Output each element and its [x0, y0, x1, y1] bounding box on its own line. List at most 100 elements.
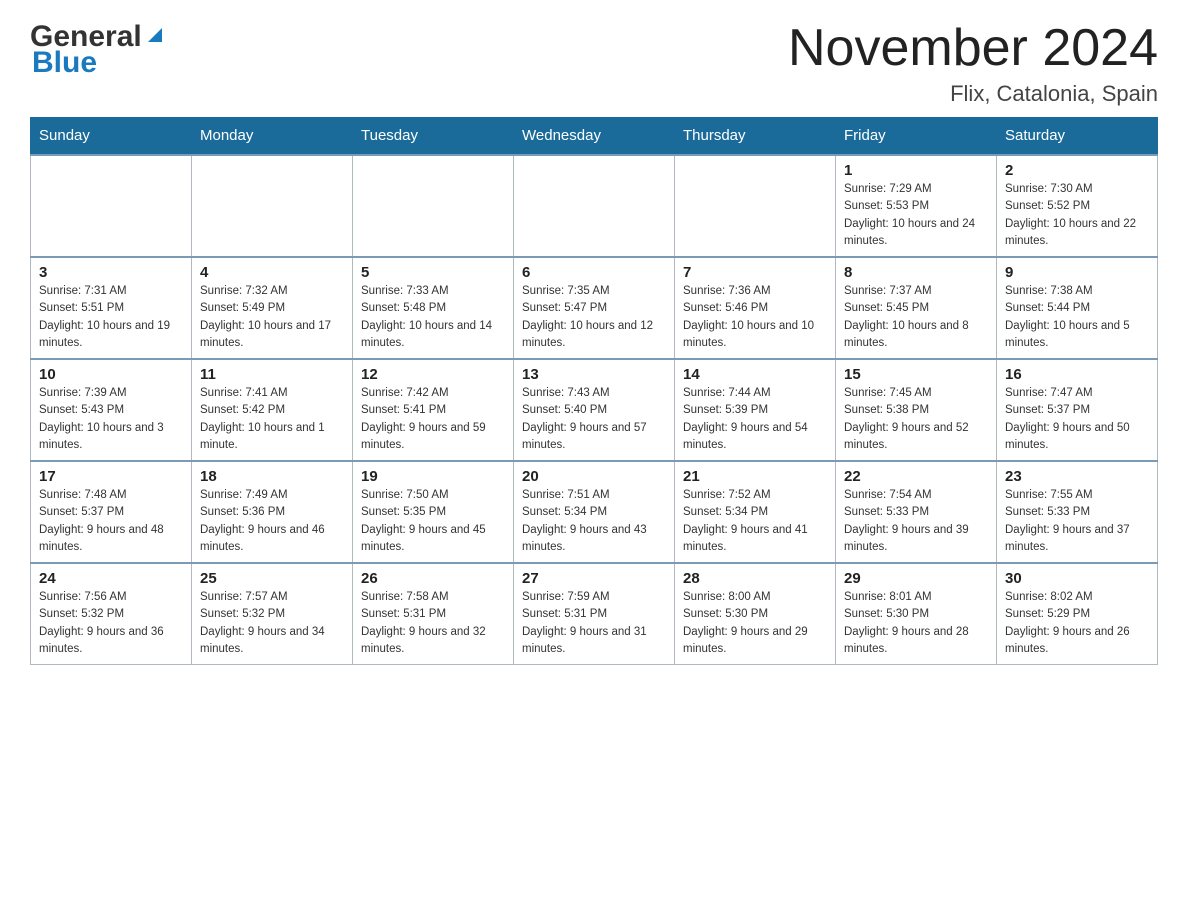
- calendar-cell: 20Sunrise: 7:51 AMSunset: 5:34 PMDayligh…: [514, 461, 675, 563]
- calendar-cell: 29 Sunrise: 8:01 AMSunset: 5:30 PMDayligh…: [836, 563, 997, 665]
- day-number: 12: [361, 366, 505, 383]
- day-info: Sunrise: 7:41 AMSunset: 5:42 PMDaylight:…: [200, 385, 344, 454]
- day-info: Sunrise: 7:33 AMSunset: 5:48 PMDaylight:…: [361, 283, 505, 352]
- logo-triangle-icon: [144, 24, 166, 46]
- logo: General Blue: [30, 20, 166, 80]
- day-info: Sunrise: 7:58 AMSunset: 5:31 PMDaylight:…: [361, 589, 505, 658]
- day-number: 27: [522, 570, 666, 587]
- calendar-table: Sunday Monday Tuesday Wednesday Thursday…: [30, 117, 1158, 665]
- calendar-cell: 8Sunrise: 7:37 AMSunset: 5:45 PMDaylight…: [836, 257, 997, 359]
- month-title: November 2024: [788, 20, 1158, 77]
- day-number: 17: [39, 468, 183, 485]
- calendar-cell: 12 Sunrise: 7:42 AMSunset: 5:41 PMDayligh…: [353, 359, 514, 461]
- calendar-cell: 21 Sunrise: 7:52 AMSunset: 5:34 PMDayligh…: [675, 461, 836, 563]
- day-number: 5: [361, 264, 505, 281]
- header-wednesday: Wednesday: [514, 117, 675, 155]
- day-number: 21: [683, 468, 827, 485]
- calendar-cell: 6Sunrise: 7:35 AMSunset: 5:47 PMDaylight…: [514, 257, 675, 359]
- calendar-cell: 14 Sunrise: 7:44 AMSunset: 5:39 PMDayligh…: [675, 359, 836, 461]
- day-info: Sunrise: 7:50 AMSunset: 5:35 PMDaylight:…: [361, 487, 505, 556]
- day-info: Sunrise: 7:32 AMSunset: 5:49 PMDaylight:…: [200, 283, 344, 352]
- day-info: Sunrise: 8:01 AMSunset: 5:30 PMDaylight:…: [844, 589, 988, 658]
- calendar-cell: 10 Sunrise: 7:39 AMSunset: 5:43 PMDayligh…: [31, 359, 192, 461]
- calendar-cell: 4Sunrise: 7:32 AMSunset: 5:49 PMDaylight…: [192, 257, 353, 359]
- day-info: Sunrise: 7:39 AMSunset: 5:43 PMDaylight:…: [39, 385, 183, 454]
- day-number: 26: [361, 570, 505, 587]
- day-number: 9: [1005, 264, 1149, 281]
- day-number: 25: [200, 570, 344, 587]
- header-monday: Monday: [192, 117, 353, 155]
- calendar-cell: [353, 155, 514, 257]
- day-info: Sunrise: 7:36 AMSunset: 5:46 PMDaylight:…: [683, 283, 827, 352]
- calendar-cell: 9 Sunrise: 7:38 AMSunset: 5:44 PMDaylight…: [997, 257, 1158, 359]
- day-number: 28: [683, 570, 827, 587]
- week-row-3: 10 Sunrise: 7:39 AMSunset: 5:43 PMDayligh…: [31, 359, 1158, 461]
- day-number: 1: [844, 162, 988, 179]
- calendar-cell: 1Sunrise: 7:29 AMSunset: 5:53 PMDaylight…: [836, 155, 997, 257]
- calendar-cell: 17 Sunrise: 7:48 AMSunset: 5:37 PMDayligh…: [31, 461, 192, 563]
- calendar-cell: 27Sunrise: 7:59 AMSunset: 5:31 PMDayligh…: [514, 563, 675, 665]
- day-info: Sunrise: 7:52 AMSunset: 5:34 PMDaylight:…: [683, 487, 827, 556]
- header-thursday: Thursday: [675, 117, 836, 155]
- day-info: Sunrise: 8:02 AMSunset: 5:29 PMDaylight:…: [1005, 589, 1149, 658]
- calendar-cell: 19 Sunrise: 7:50 AMSunset: 5:35 PMDayligh…: [353, 461, 514, 563]
- week-row-1: 1Sunrise: 7:29 AMSunset: 5:53 PMDaylight…: [31, 155, 1158, 257]
- day-number: 10: [39, 366, 183, 383]
- location: Flix, Catalonia, Spain: [788, 81, 1158, 107]
- day-number: 29: [844, 570, 988, 587]
- title-section: November 2024 Flix, Catalonia, Spain: [788, 20, 1158, 107]
- day-info: Sunrise: 7:42 AMSunset: 5:41 PMDaylight:…: [361, 385, 505, 454]
- day-info: Sunrise: 7:54 AMSunset: 5:33 PMDaylight:…: [844, 487, 988, 556]
- day-info: Sunrise: 7:38 AMSunset: 5:44 PMDaylight:…: [1005, 283, 1149, 352]
- day-number: 19: [361, 468, 505, 485]
- day-number: 30: [1005, 570, 1149, 587]
- header-saturday: Saturday: [997, 117, 1158, 155]
- calendar-cell: 3 Sunrise: 7:31 AMSunset: 5:51 PMDaylight…: [31, 257, 192, 359]
- header-sunday: Sunday: [31, 117, 192, 155]
- calendar-cell: [31, 155, 192, 257]
- day-info: Sunrise: 7:31 AMSunset: 5:51 PMDaylight:…: [39, 283, 183, 352]
- calendar-cell: 5 Sunrise: 7:33 AMSunset: 5:48 PMDaylight…: [353, 257, 514, 359]
- day-number: 16: [1005, 366, 1149, 383]
- day-number: 6: [522, 264, 666, 281]
- weekday-header-row: Sunday Monday Tuesday Wednesday Thursday…: [31, 117, 1158, 155]
- day-info: Sunrise: 7:44 AMSunset: 5:39 PMDaylight:…: [683, 385, 827, 454]
- day-number: 15: [844, 366, 988, 383]
- calendar-cell: [675, 155, 836, 257]
- calendar-cell: 22 Sunrise: 7:54 AMSunset: 5:33 PMDayligh…: [836, 461, 997, 563]
- logo-blue: Blue: [32, 46, 97, 80]
- calendar-cell: 7Sunrise: 7:36 AMSunset: 5:46 PMDaylight…: [675, 257, 836, 359]
- day-number: 2: [1005, 162, 1149, 179]
- calendar-cell: 25 Sunrise: 7:57 AMSunset: 5:32 PMDayligh…: [192, 563, 353, 665]
- calendar-cell: 16 Sunrise: 7:47 AMSunset: 5:37 PMDayligh…: [997, 359, 1158, 461]
- page-header: General Blue November 2024 Flix, Catalon…: [30, 20, 1158, 107]
- day-info: Sunrise: 7:55 AMSunset: 5:33 PMDaylight:…: [1005, 487, 1149, 556]
- day-info: Sunrise: 7:47 AMSunset: 5:37 PMDaylight:…: [1005, 385, 1149, 454]
- day-number: 22: [844, 468, 988, 485]
- calendar-cell: 15Sunrise: 7:45 AMSunset: 5:38 PMDayligh…: [836, 359, 997, 461]
- calendar-cell: 18 Sunrise: 7:49 AMSunset: 5:36 PMDayligh…: [192, 461, 353, 563]
- calendar-cell: 11 Sunrise: 7:41 AMSunset: 5:42 PMDayligh…: [192, 359, 353, 461]
- calendar-cell: 26 Sunrise: 7:58 AMSunset: 5:31 PMDayligh…: [353, 563, 514, 665]
- day-number: 24: [39, 570, 183, 587]
- day-number: 3: [39, 264, 183, 281]
- day-info: Sunrise: 7:30 AMSunset: 5:52 PMDaylight:…: [1005, 181, 1149, 250]
- calendar-cell: [514, 155, 675, 257]
- calendar-cell: 30 Sunrise: 8:02 AMSunset: 5:29 PMDayligh…: [997, 563, 1158, 665]
- week-row-4: 17 Sunrise: 7:48 AMSunset: 5:37 PMDayligh…: [31, 461, 1158, 563]
- day-info: Sunrise: 7:57 AMSunset: 5:32 PMDaylight:…: [200, 589, 344, 658]
- calendar-cell: [192, 155, 353, 257]
- header-friday: Friday: [836, 117, 997, 155]
- calendar-cell: 23 Sunrise: 7:55 AMSunset: 5:33 PMDayligh…: [997, 461, 1158, 563]
- day-info: Sunrise: 7:49 AMSunset: 5:36 PMDaylight:…: [200, 487, 344, 556]
- day-number: 8: [844, 264, 988, 281]
- day-number: 11: [200, 366, 344, 383]
- day-info: Sunrise: 7:56 AMSunset: 5:32 PMDaylight:…: [39, 589, 183, 658]
- header-tuesday: Tuesday: [353, 117, 514, 155]
- day-number: 23: [1005, 468, 1149, 485]
- day-number: 18: [200, 468, 344, 485]
- day-info: Sunrise: 7:48 AMSunset: 5:37 PMDaylight:…: [39, 487, 183, 556]
- day-info: Sunrise: 7:43 AMSunset: 5:40 PMDaylight:…: [522, 385, 666, 454]
- calendar-cell: 13Sunrise: 7:43 AMSunset: 5:40 PMDayligh…: [514, 359, 675, 461]
- day-number: 14: [683, 366, 827, 383]
